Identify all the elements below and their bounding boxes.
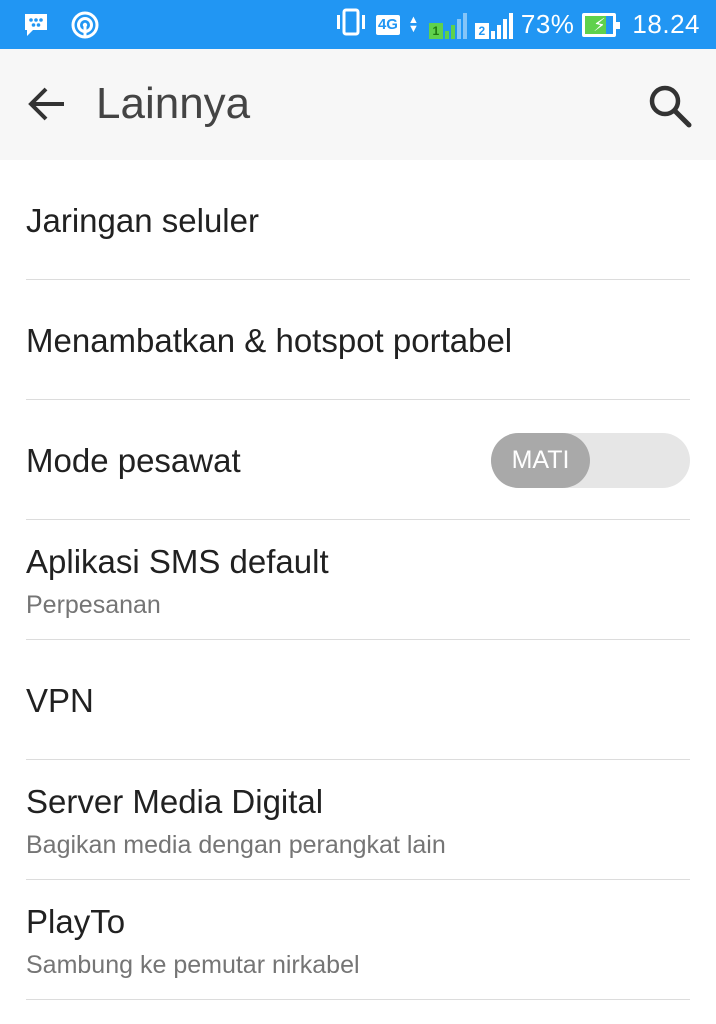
clock: 18.24 — [632, 9, 700, 39]
sim2-signal: 2 — [474, 11, 513, 39]
page-title: Lainnya — [96, 79, 251, 128]
back-button[interactable] — [22, 82, 70, 130]
list-item-label: Menambatkan & hotspot portabel — [26, 322, 513, 359]
airplane-mode-toggle[interactable]: MATI — [491, 433, 690, 488]
app-toolbar: Lainnya — [0, 49, 716, 160]
settings-list: Jaringan seluler Menambatkan & hotspot p… — [0, 160, 716, 1000]
sim2-signal-bars-icon — [490, 11, 513, 39]
arrow-left-icon — [26, 86, 66, 127]
list-item-label: VPN — [26, 682, 94, 719]
status-bar: 4G ▲ ▼ 1 2 73% ⚡ 18.24 — [0, 0, 716, 49]
network-type-badge: 4G — [375, 14, 400, 35]
list-item-summary: Perpesanan — [26, 591, 161, 619]
list-item-label: Mode pesawat — [26, 442, 241, 479]
sim2-badge: 2 — [474, 22, 489, 39]
list-item-vpn[interactable]: VPN — [26, 640, 690, 760]
sim1-badge: 1 — [428, 22, 443, 39]
list-item-summary: Bagikan media dengan perangkat lain — [26, 831, 446, 859]
data-activity-icon: ▲ ▼ — [407, 13, 419, 35]
list-item-label: Aplikasi SMS default — [26, 543, 329, 580]
toggle-state-label: MATI — [511, 446, 570, 474]
status-left-icons — [22, 10, 100, 45]
vibrate-icon — [334, 7, 368, 42]
list-item-label: Jaringan seluler — [26, 202, 259, 239]
list-item-summary: Sambung ke pemutar nirkabel — [26, 951, 360, 979]
list-item-label: PlayTo — [26, 903, 126, 940]
status-right-icons: 4G ▲ ▼ 1 2 73% ⚡ 18.24 — [334, 0, 700, 49]
battery-percent: 73% — [520, 9, 575, 39]
sim1-signal-bars-icon — [444, 11, 467, 39]
list-item-digital-media-server[interactable]: Server Media Digital Bagikan media denga… — [26, 760, 690, 880]
sim1-signal: 1 — [428, 11, 467, 39]
bbm-icon — [22, 11, 50, 44]
battery-charging-icon: ⚡ — [582, 12, 621, 37]
list-item-label: Server Media Digital — [26, 783, 324, 820]
toggle-thumb: MATI — [491, 433, 590, 488]
list-item-mobile-network[interactable]: Jaringan seluler — [26, 160, 690, 280]
list-item-playto[interactable]: PlayTo Sambung ke pemutar nirkabel — [26, 880, 690, 1000]
search-button[interactable] — [644, 82, 696, 134]
list-item-default-sms-app[interactable]: Aplikasi SMS default Perpesanan — [26, 520, 690, 640]
hotspot-icon — [70, 10, 100, 45]
list-item-tethering-hotspot[interactable]: Menambatkan & hotspot portabel — [26, 280, 690, 400]
search-icon — [647, 83, 693, 134]
list-item-airplane-mode[interactable]: Mode pesawat MATI — [26, 400, 690, 520]
